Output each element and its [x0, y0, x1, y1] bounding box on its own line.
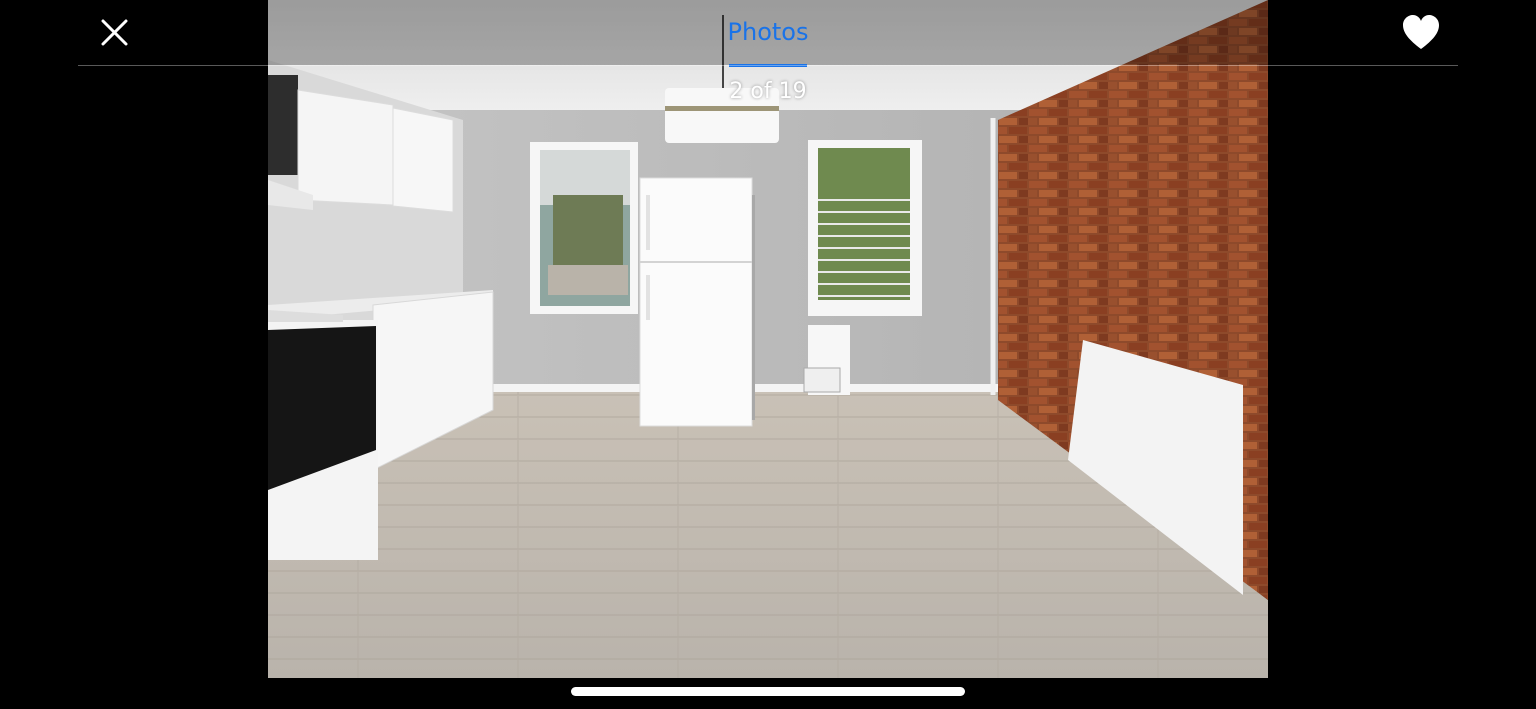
- heart-icon: [1403, 15, 1439, 49]
- top-toolbar: Photos: [0, 0, 1536, 67]
- photo-viewer: Photos 2 of 19: [0, 0, 1536, 709]
- toolbar-divider: [78, 65, 1458, 66]
- home-indicator[interactable]: [571, 687, 965, 696]
- close-button[interactable]: [96, 14, 132, 50]
- tab-photos[interactable]: Photos: [718, 14, 818, 67]
- favorite-button[interactable]: [1401, 13, 1441, 53]
- tab-photos-label: Photos: [727, 18, 809, 46]
- close-icon: [101, 19, 128, 46]
- photo-counter: 2 of 19: [729, 79, 807, 104]
